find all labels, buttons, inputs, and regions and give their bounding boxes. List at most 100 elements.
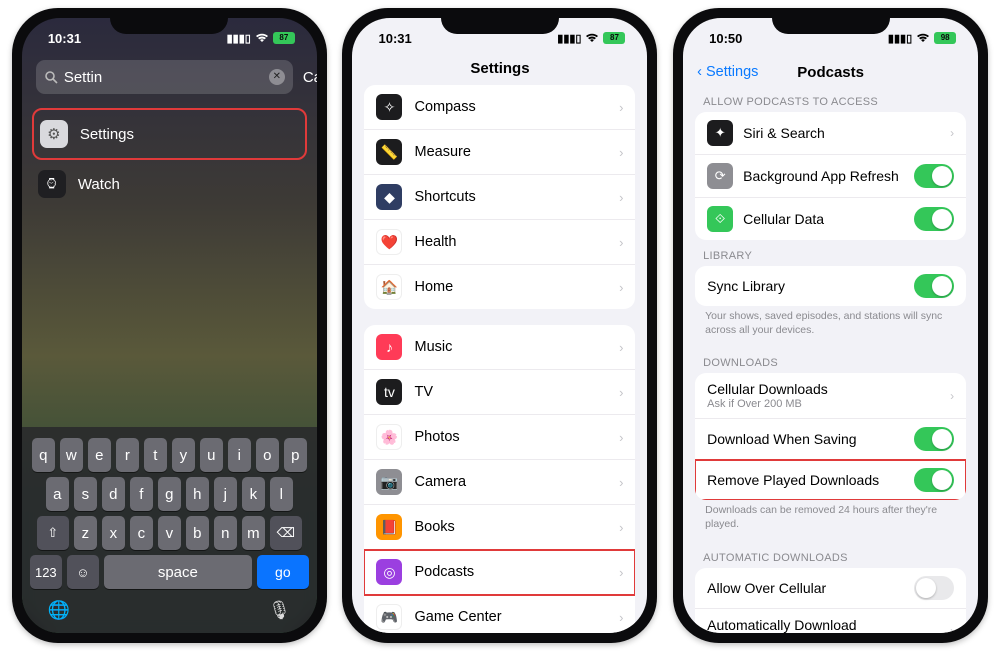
search-input[interactable]	[64, 69, 263, 86]
key-h[interactable]: h	[186, 477, 209, 511]
settings-row-compass[interactable]: ✧Compass›	[364, 85, 635, 130]
chevron-left-icon: ‹	[697, 64, 706, 80]
space-key[interactable]: space	[104, 555, 252, 589]
status-right: ▮▮▮▯ 98	[888, 32, 956, 45]
search-field[interactable]: ✕	[36, 60, 293, 94]
keyboard[interactable]: qwertyuiop asdfghjkl ⇧zxcvbnm⌫ 123 ☺ spa…	[22, 427, 317, 633]
toggle-switch[interactable]	[914, 207, 954, 231]
podcast-row-automatically-download[interactable]: Automatically DownloadOff›	[695, 609, 966, 633]
key-y[interactable]: y	[172, 438, 195, 472]
shift-key[interactable]: ⇧	[37, 516, 69, 550]
toggle-switch[interactable]	[914, 164, 954, 188]
status-right: ▮▮▮▯ 87	[557, 32, 625, 45]
key-u[interactable]: u	[200, 438, 223, 472]
settings-row-books[interactable]: 📕Books›	[364, 505, 635, 550]
emoji-key[interactable]: ☺	[67, 555, 99, 589]
key-a[interactable]: a	[46, 477, 69, 511]
key-g[interactable]: g	[158, 477, 181, 511]
podcast-row-cellular-data[interactable]: ⟐Cellular Data	[695, 198, 966, 240]
shortcuts-icon: ◆	[376, 184, 402, 210]
podcasts-settings-body[interactable]: ALLOW PODCASTS TO ACCESS ✦Siri & Search›…	[683, 86, 978, 633]
camera-icon: 📷	[376, 469, 402, 495]
globe-icon[interactable]: 🌐	[48, 600, 70, 621]
settings-row-tv[interactable]: tvTV›	[364, 370, 635, 415]
section-header-library: LIBRARY	[695, 240, 966, 266]
back-button[interactable]: ‹ Settings	[697, 64, 758, 80]
key-n[interactable]: n	[214, 516, 237, 550]
key-q[interactable]: q	[32, 438, 55, 472]
background-app-refresh-icon: ⟳	[707, 163, 733, 189]
status-time: 10:31	[378, 31, 411, 46]
podcast-row-download-when-saving[interactable]: Download When Saving	[695, 419, 966, 460]
page-title: Settings	[352, 58, 647, 85]
toggle-switch[interactable]	[914, 468, 954, 492]
settings-row-measure[interactable]: 📏Measure›	[364, 130, 635, 175]
settings-row-music[interactable]: ♪Music›	[364, 325, 635, 370]
home-icon: 🏠	[376, 274, 402, 300]
backspace-key[interactable]: ⌫	[270, 516, 302, 550]
podcast-row-allow-over-cellular[interactable]: Allow Over Cellular	[695, 568, 966, 609]
row-label: Health	[414, 234, 456, 250]
section-header-auto: AUTOMATIC DOWNLOADS	[695, 542, 966, 568]
chevron-right-icon: ›	[619, 190, 623, 205]
podcast-row-background-app-refresh[interactable]: ⟳Background App Refresh	[695, 155, 966, 198]
key-i[interactable]: i	[228, 438, 251, 472]
notch	[441, 8, 559, 34]
result-settings[interactable]: ⚙︎ Settings	[32, 108, 307, 160]
signal-icon: ▮▮▮▯	[557, 32, 581, 45]
podcasts-settings-screen: 10:50 ▮▮▮▯ 98 ‹ Settings Podcasts ALLOW …	[683, 18, 978, 633]
settings-row-health[interactable]: ❤️Health›	[364, 220, 635, 265]
key-r[interactable]: r	[116, 438, 139, 472]
podcast-row-siri-&-search[interactable]: ✦Siri & Search›	[695, 112, 966, 155]
key-x[interactable]: x	[102, 516, 125, 550]
cancel-button[interactable]: Cancel	[303, 69, 317, 86]
go-key[interactable]: go	[257, 555, 309, 589]
toggle-switch[interactable]	[914, 576, 954, 600]
settings-list[interactable]: ✧Compass›📏Measure›◆Shortcuts›❤️Health›🏠H…	[352, 85, 647, 633]
key-l[interactable]: l	[270, 477, 293, 511]
key-t[interactable]: t	[144, 438, 167, 472]
row-label: Music	[414, 339, 452, 355]
key-b[interactable]: b	[186, 516, 209, 550]
chevron-right-icon: ›	[950, 624, 954, 633]
key-k[interactable]: k	[242, 477, 265, 511]
row-label: Podcasts	[414, 564, 474, 580]
clear-icon[interactable]: ✕	[269, 69, 285, 85]
key-c[interactable]: c	[130, 516, 153, 550]
podcast-row-cellular-downloads[interactable]: Cellular DownloadsAsk if Over 200 MB›	[695, 373, 966, 419]
key-w[interactable]: w	[60, 438, 83, 472]
key-o[interactable]: o	[256, 438, 279, 472]
settings-row-game-center[interactable]: 🎮Game Center›	[364, 595, 635, 633]
settings-row-home[interactable]: 🏠Home›	[364, 265, 635, 309]
toggle-switch[interactable]	[914, 274, 954, 298]
key-v[interactable]: v	[158, 516, 181, 550]
toggle-switch[interactable]	[914, 427, 954, 451]
settings-row-photos[interactable]: 🌸Photos›	[364, 415, 635, 460]
result-label: Watch	[78, 176, 120, 193]
key-j[interactable]: j	[214, 477, 237, 511]
key-p[interactable]: p	[284, 438, 307, 472]
podcast-row-remove-played-downloads[interactable]: Remove Played Downloads	[695, 460, 966, 500]
chevron-right-icon: ›	[619, 565, 623, 580]
key-d[interactable]: d	[102, 477, 125, 511]
settings-row-shortcuts[interactable]: ◆ Shortcuts ›	[364, 175, 635, 220]
row-label: Download When Saving	[707, 431, 856, 447]
numbers-key[interactable]: 123	[30, 555, 62, 589]
key-z[interactable]: z	[74, 516, 97, 550]
row-label: Shortcuts	[414, 189, 475, 205]
key-f[interactable]: f	[130, 477, 153, 511]
settings-root-screen: 10:31 ▮▮▮▯ 87 Settings ✧Compass›📏Measure…	[352, 18, 647, 633]
result-watch[interactable]: ⌚︎ Watch	[32, 160, 307, 208]
settings-row-camera[interactable]: 📷Camera›	[364, 460, 635, 505]
key-m[interactable]: m	[242, 516, 265, 550]
podcast-row-sync-library[interactable]: Sync Library	[695, 266, 966, 306]
row-label: Camera	[414, 474, 466, 490]
battery-icon: 87	[603, 32, 625, 44]
settings-row-podcasts[interactable]: ◎Podcasts›	[364, 550, 635, 595]
phone-frame-1: 10:31 ▮▮▮▯ 87 ✕ Cancel	[12, 8, 327, 643]
mic-icon[interactable]: 🎙	[268, 600, 291, 621]
key-e[interactable]: e	[88, 438, 111, 472]
chevron-right-icon: ›	[619, 430, 623, 445]
key-s[interactable]: s	[74, 477, 97, 511]
wifi-icon	[255, 33, 269, 43]
